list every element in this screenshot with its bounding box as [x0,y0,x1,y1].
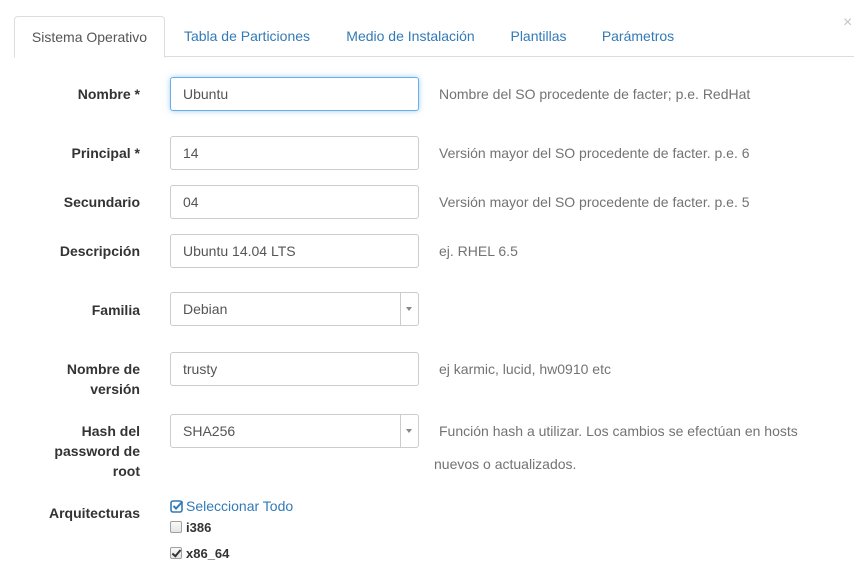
nombre-input[interactable] [170,77,419,111]
tab-plantillas[interactable]: Plantillas [496,16,581,57]
x86-64-label: x86_64 [186,546,230,561]
familia-select[interactable]: Debian [170,292,419,326]
nombre-label: Nombre * [77,86,140,102]
i386-label: i386 [186,520,212,535]
dropdown-toggle[interactable] [400,415,418,447]
arch-option-x86-64[interactable]: x86_64 [170,546,229,562]
familia-selected-value: Debian [183,301,228,317]
nombre-version-help: ej karmic, lucid, hw0910 etc [439,361,611,377]
dropdown-toggle[interactable] [400,293,418,325]
arch-option-i386[interactable]: i386 [170,520,211,536]
required-marker: * [134,145,140,161]
hash-label: Hash del password de root [54,423,140,479]
tab-bar: Sistema Operativo Tabla de Particiones M… [14,16,854,58]
hash-selected-value: SHA256 [183,423,236,439]
select-all-link[interactable]: Seleccionar Todo [170,497,293,515]
hash-help-line2: nuevos o actualizados. [434,456,577,472]
nombre-version-input[interactable] [170,352,419,386]
tab-tabla-particiones[interactable]: Tabla de Particiones [169,16,325,57]
required-marker: * [134,86,140,102]
descripcion-label: Descripción [59,243,140,259]
descripcion-input[interactable] [170,234,419,268]
familia-label: Familia [91,302,140,318]
hash-select[interactable]: SHA256 [170,414,419,448]
hash-help-line1: Función hash a utilizar. Los cambios se … [439,423,798,439]
nombre-version-label: Nombre de versión [66,361,140,397]
check-square-icon [170,500,184,513]
principal-label: Principal * [71,145,140,161]
secundario-label: Secundario [63,194,140,210]
x86-64-checkbox[interactable] [170,547,182,559]
tab-sistema-operativo[interactable]: Sistema Operativo [14,16,165,58]
i386-checkbox[interactable] [170,521,182,533]
secundario-input[interactable] [170,185,419,219]
chevron-down-icon [406,307,412,311]
arquitecturas-label: Arquitecturas [48,505,140,521]
tab-parametros[interactable]: Parámetros [586,16,690,57]
tab-medio-instalacion[interactable]: Medio de Instalación [332,16,489,57]
principal-input[interactable] [170,136,419,170]
descripcion-help: ej. RHEL 6.5 [439,243,518,259]
principal-help: Versión mayor del SO procedente de facte… [439,145,750,161]
secundario-help: Versión mayor del SO procedente de facte… [439,194,750,210]
chevron-down-icon [406,429,412,433]
select-all-label: Seleccionar Todo [186,498,294,514]
nombre-help: Nombre del SO procedente de facter; p.e.… [439,86,751,102]
